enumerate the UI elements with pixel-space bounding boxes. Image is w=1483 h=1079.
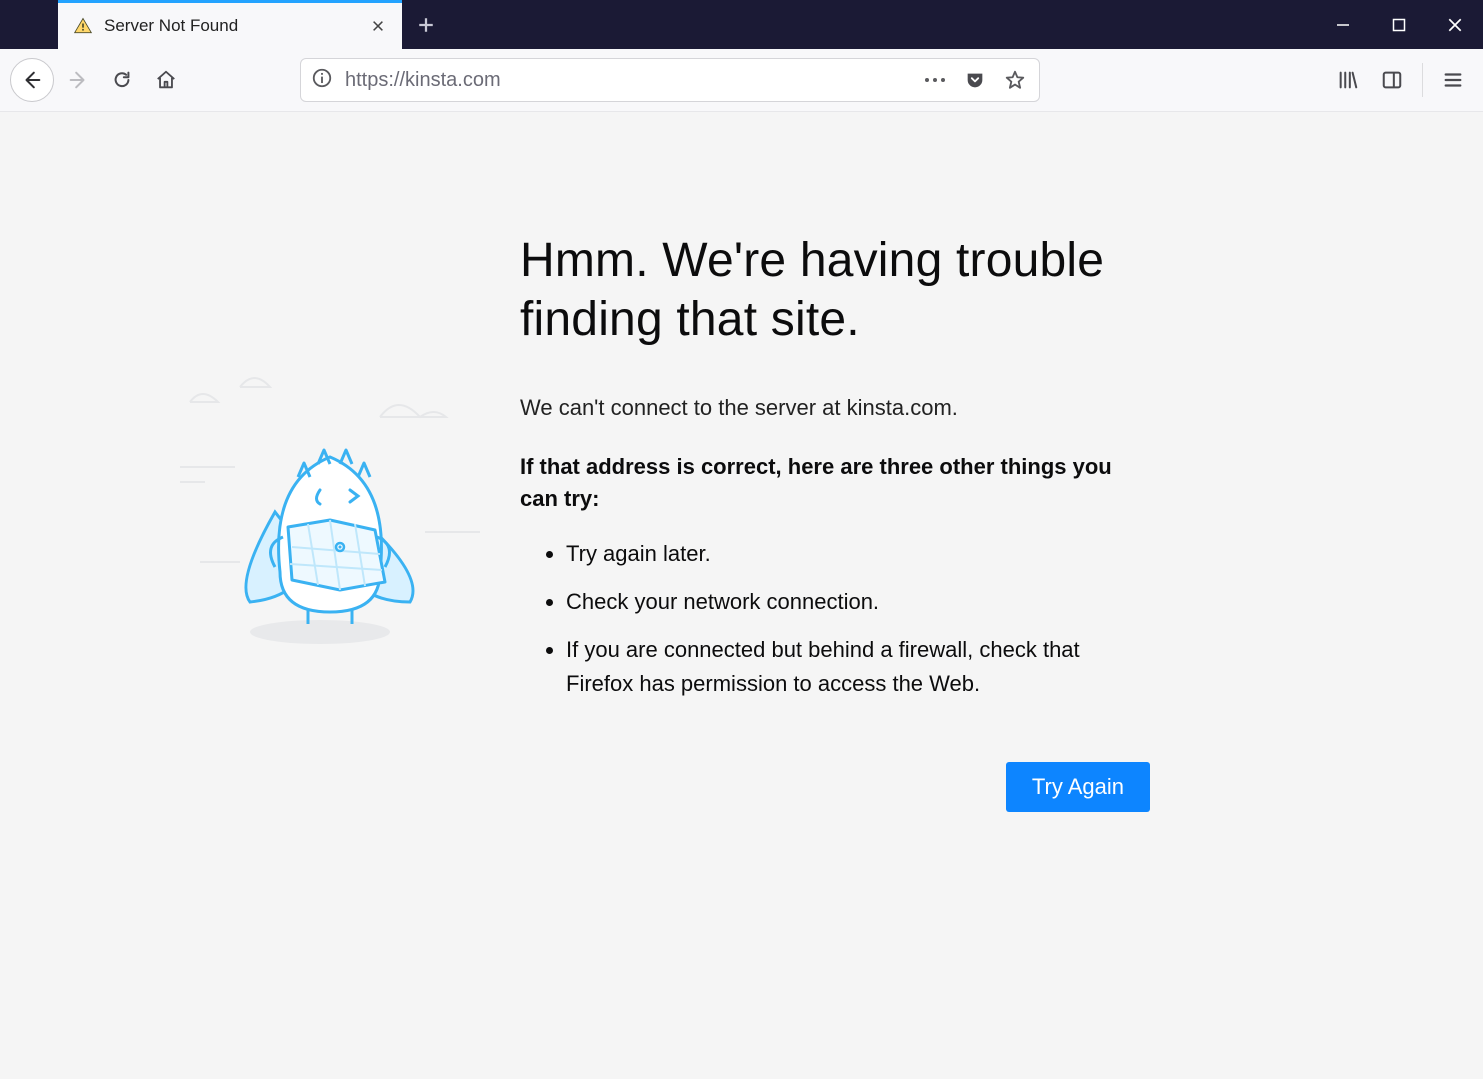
try-again-button[interactable]: Try Again — [1006, 762, 1150, 812]
content-area: Hmm. We're having trouble finding that s… — [0, 112, 1483, 1079]
site-identity-icon[interactable] — [311, 67, 333, 94]
browser-tab-active[interactable]: Server Not Found — [58, 0, 402, 49]
url-input[interactable] — [345, 69, 909, 92]
window-minimize-button[interactable] — [1315, 0, 1371, 49]
window-maximize-button[interactable] — [1371, 0, 1427, 49]
error-suggestion-item: Try again later. — [566, 537, 1150, 571]
error-illustration — [180, 372, 480, 652]
tab-title: Server Not Found — [104, 16, 358, 36]
sidebars-icon[interactable] — [1372, 60, 1412, 100]
error-suggestion-item: If you are connected but behind a firewa… — [566, 633, 1150, 701]
forward-button[interactable] — [58, 60, 98, 100]
tab-drag-space[interactable] — [0, 0, 58, 49]
warning-icon — [72, 15, 94, 37]
tab-close-button[interactable] — [368, 16, 388, 36]
toolbar-separator — [1422, 63, 1423, 97]
home-button[interactable] — [146, 60, 186, 100]
navigation-toolbar — [0, 49, 1483, 112]
window-close-button[interactable] — [1427, 0, 1483, 49]
error-suggestion-list: Try again later. Check your network conn… — [520, 537, 1150, 701]
reload-button[interactable] — [102, 60, 142, 100]
error-advice: If that address is correct, here are thr… — [520, 451, 1150, 515]
pocket-icon[interactable] — [961, 66, 989, 94]
new-tab-button[interactable] — [402, 0, 450, 49]
error-suggestion-item: Check your network connection. — [566, 585, 1150, 619]
url-bar[interactable] — [300, 58, 1040, 102]
error-title: Hmm. We're having trouble finding that s… — [520, 232, 1150, 349]
library-icon[interactable] — [1328, 60, 1368, 100]
error-content: Hmm. We're having trouble finding that s… — [520, 232, 1150, 715]
bookmark-star-icon[interactable] — [1001, 66, 1029, 94]
page-actions-button[interactable] — [921, 66, 949, 94]
error-message: We can't connect to the server at kinsta… — [520, 395, 1150, 421]
window-titlebar: Server Not Found — [0, 0, 1483, 49]
app-menu-button[interactable] — [1433, 60, 1473, 100]
back-button[interactable] — [10, 58, 54, 102]
